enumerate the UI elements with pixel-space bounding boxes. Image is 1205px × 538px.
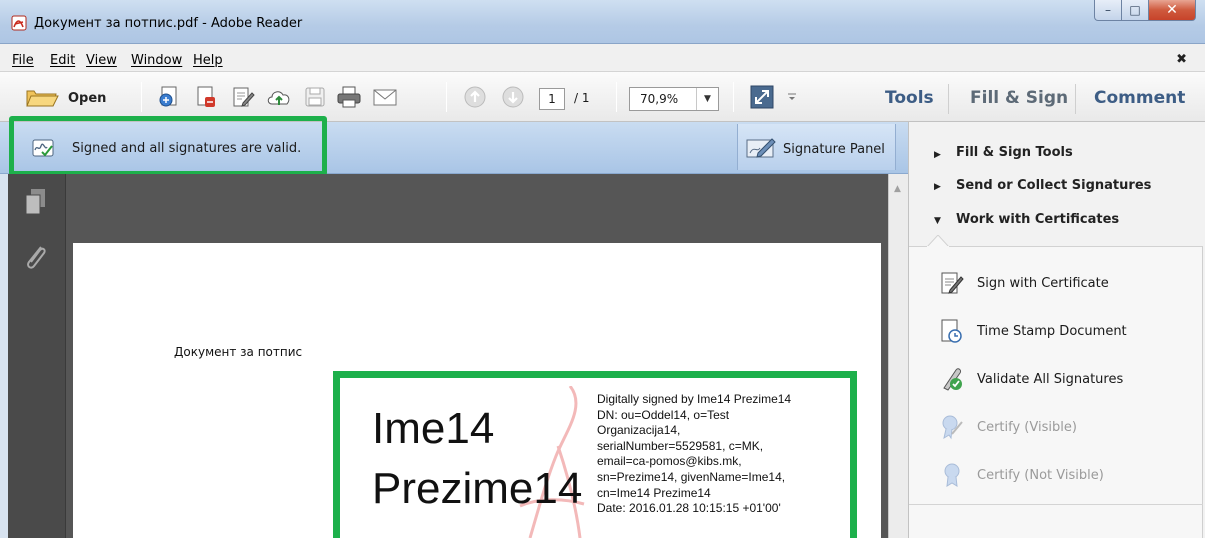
tab-fill-sign[interactable]: Fill & Sign xyxy=(970,88,1068,108)
menu-file[interactable]: File xyxy=(12,53,34,68)
signature-pen-icon xyxy=(746,138,776,158)
signature-details: Digitally signed by Ime14 Prezime14 DN: … xyxy=(597,392,837,517)
zoom-value: 70,9% xyxy=(640,92,679,106)
full-screen-button[interactable] xyxy=(749,85,775,109)
toolbar: Open 1 / 1 70,9% ▼ Tools Fill & Sign Com… xyxy=(0,72,1205,122)
signature-last-name: Prezime14 xyxy=(372,464,583,513)
menu-bar: File Edit View Window Help ✖ xyxy=(0,44,1205,72)
close-icon: ✕ xyxy=(1166,2,1178,18)
folder-icon xyxy=(26,90,59,107)
section-fill-sign-tools[interactable]: Fill & Sign Tools xyxy=(956,145,1073,160)
cloud-upload-icon xyxy=(267,91,290,105)
panel-pointer xyxy=(927,235,949,247)
time-stamp-document-item[interactable]: Time Stamp Document xyxy=(940,318,1190,344)
title-bar: Документ за потпис.pdf - Adobe Reader – … xyxy=(0,0,1205,44)
time-stamp-icon xyxy=(941,319,962,343)
validate-all-signatures-item[interactable]: Validate All Signatures xyxy=(940,366,1190,392)
signature-detail-line: email=ca-pomos@kibs.mk, xyxy=(597,454,742,469)
vertical-scrollbar[interactable]: ▲ xyxy=(888,174,908,538)
window-title: Документ за потпис.pdf - Adobe Reader xyxy=(34,16,303,31)
save-button[interactable] xyxy=(302,85,328,109)
customize-toolbar-button[interactable] xyxy=(785,85,799,109)
chevron-down-icon[interactable]: ▼ xyxy=(696,88,718,110)
page-total: / 1 xyxy=(574,91,590,105)
signature-panel-button[interactable]: Signature Panel xyxy=(737,124,896,170)
tab-comment[interactable]: Comment xyxy=(1094,88,1185,108)
sign-with-certificate-label: Sign with Certificate xyxy=(977,276,1109,291)
maximize-button[interactable]: □ xyxy=(1122,0,1149,21)
validate-signatures-icon xyxy=(943,368,962,391)
export-pdf-button[interactable] xyxy=(193,85,219,109)
validate-all-signatures-label: Validate All Signatures xyxy=(977,372,1124,387)
arrow-down-icon xyxy=(502,86,524,108)
adobe-reader-icon xyxy=(11,15,27,31)
maximize-icon: □ xyxy=(1129,3,1141,17)
section-send-collect-signatures[interactable]: Send or Collect Signatures xyxy=(956,178,1151,193)
certify-visible-label: Certify (Visible) xyxy=(977,420,1077,435)
create-pdf-icon xyxy=(159,86,177,107)
expanded-triangle-icon: ▼ xyxy=(934,216,941,226)
sign-certificate-icon xyxy=(941,272,964,294)
signature-detail-line: sn=Prezime14, givenName=Ime14, xyxy=(597,469,786,484)
signature-status-highlight xyxy=(9,116,327,176)
signature-first-name: Ime14 xyxy=(372,404,495,453)
collapsed-triangle-icon: ▶ xyxy=(934,182,941,192)
signature-panel-label: Signature Panel xyxy=(783,142,885,157)
minimize-button[interactable]: – xyxy=(1094,0,1122,21)
close-document-icon[interactable]: ✖ xyxy=(1176,52,1187,67)
menu-edit[interactable]: Edit xyxy=(50,53,75,68)
document-heading: Документ за потпис xyxy=(174,345,303,359)
open-label[interactable]: Open xyxy=(68,91,106,106)
page-number-input[interactable]: 1 xyxy=(539,88,565,110)
certify-visible-icon xyxy=(942,415,963,440)
arrow-up-icon xyxy=(464,86,486,108)
edit-pdf-button[interactable] xyxy=(230,85,256,109)
page-thumbnails-icon[interactable] xyxy=(21,187,51,217)
create-pdf-button[interactable] xyxy=(156,85,182,109)
attachments-icon[interactable] xyxy=(21,242,51,272)
signature-detail-line: serialNumber=5529581, c=MK, xyxy=(597,438,764,453)
signature-detail-line: DN: ou=Oddel14, o=Test xyxy=(597,407,730,422)
edit-pdf-icon xyxy=(233,87,255,107)
menu-help[interactable]: Help xyxy=(193,53,223,68)
certify-not-visible-icon xyxy=(944,463,960,487)
certify-visible-item[interactable]: Certify (Visible) xyxy=(940,414,1190,440)
next-page-button[interactable] xyxy=(500,85,526,109)
envelope-icon xyxy=(373,89,397,106)
scroll-up-icon[interactable]: ▲ xyxy=(894,184,901,194)
menu-window[interactable]: Window xyxy=(131,53,182,68)
signature-detail-line: Date: 2016.01.28 10:15:15 +01'00' xyxy=(597,501,781,516)
open-button[interactable] xyxy=(22,85,62,109)
menu-view[interactable]: View xyxy=(86,53,117,68)
collapsed-triangle-icon: ▶ xyxy=(934,150,941,160)
certify-not-visible-label: Certify (Not Visible) xyxy=(977,468,1104,483)
section-work-with-certificates[interactable]: Work with Certificates xyxy=(956,212,1119,227)
email-button[interactable] xyxy=(372,85,398,109)
print-button[interactable] xyxy=(336,85,362,109)
minimize-icon: – xyxy=(1105,3,1111,17)
zoom-select[interactable]: 70,9% ▼ xyxy=(629,87,719,111)
signature-detail-line: Digitally signed by Ime14 Prezime14 xyxy=(597,392,792,406)
save-icon xyxy=(305,87,325,107)
certify-not-visible-item[interactable]: Certify (Not Visible) xyxy=(940,462,1190,488)
time-stamp-document-label: Time Stamp Document xyxy=(977,324,1127,339)
export-pdf-icon xyxy=(197,86,215,107)
navigation-pane xyxy=(0,174,66,538)
close-window-button[interactable]: ✕ xyxy=(1149,0,1196,21)
signature-detail-line: cn=Ime14 Prezime14 xyxy=(597,485,711,500)
toolbar-menu-icon xyxy=(788,93,796,100)
upload-button[interactable] xyxy=(266,85,292,109)
tab-tools[interactable]: Tools xyxy=(885,88,934,108)
sign-with-certificate-item[interactable]: Sign with Certificate xyxy=(940,270,1190,296)
expand-icon xyxy=(750,85,774,109)
signature-detail-line: Organizacija14, xyxy=(597,423,681,438)
printer-icon xyxy=(337,86,361,108)
previous-page-button[interactable] xyxy=(462,85,488,109)
